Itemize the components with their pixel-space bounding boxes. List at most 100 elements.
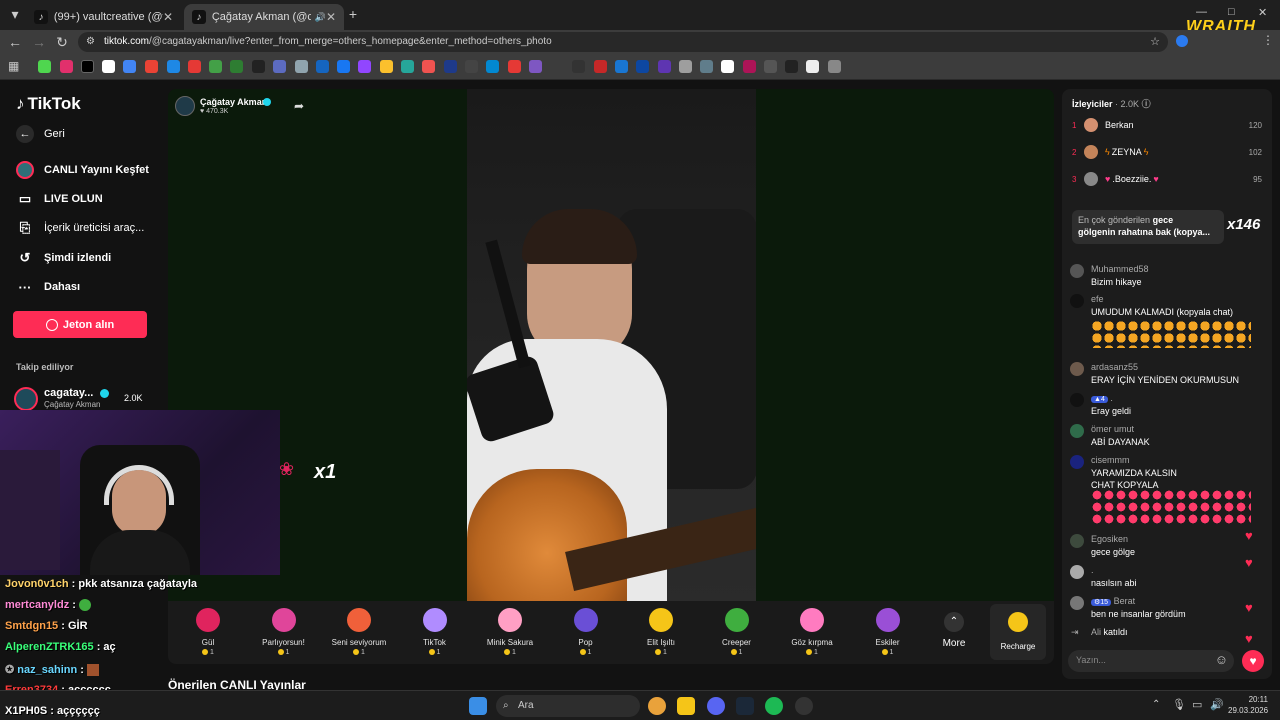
menu-dots-icon[interactable]: ⋮ <box>1262 33 1274 47</box>
bookmark-icon[interactable] <box>295 60 308 73</box>
facebook-icon[interactable] <box>337 60 350 73</box>
reload-icon[interactable]: ↻ <box>53 33 71 51</box>
maximize-window-icon[interactable]: □ <box>1228 6 1235 18</box>
back-icon[interactable]: ← <box>6 33 24 51</box>
sidebar-item-creator-tools[interactable]: ⎘ İçerik üreticisi araç... <box>16 218 144 238</box>
sidebar-item-history[interactable]: ↺ Şimdi izlendi <box>16 248 112 268</box>
chat-message[interactable]: Muhammed58 Bizim hikaye <box>1070 264 1260 290</box>
close-tab-icon[interactable]: ✕ <box>163 10 173 24</box>
top-message-card[interactable]: En çok gönderilen gece gölgenin rahatına… <box>1072 210 1224 244</box>
gift-item[interactable]: TikTok 1 <box>397 608 473 656</box>
twitch-icon[interactable] <box>358 60 371 73</box>
tiktok-logo[interactable]: ♪ TikTok <box>16 94 81 114</box>
chat-join-message[interactable]: ⇥ Ali katıldı <box>1070 627 1260 641</box>
bookmark-icon[interactable] <box>529 60 542 73</box>
chat-message[interactable]: Egosiken gece gölge <box>1070 534 1260 560</box>
gift-item[interactable]: Pop 1 <box>548 608 624 656</box>
chat-message[interactable]: cisemmm YARAMIZDA KALSIN CHAT KOPYALA <box>1070 455 1260 529</box>
bookmark-icon[interactable] <box>700 60 713 73</box>
bookmark-icon[interactable] <box>422 60 435 73</box>
ranking-row[interactable]: 2 ϟ ZEYNA ϟ 102 <box>1072 145 1262 159</box>
gift-item[interactable]: Parlıyorsun! 1 <box>246 608 322 656</box>
bookmark-icon[interactable] <box>380 60 393 73</box>
chat-message[interactable]: ▲4 . Eray geldi <box>1070 393 1260 419</box>
gift-item[interactable]: Eskiler 1 <box>850 608 926 656</box>
speaker-icon[interactable]: 🔊 <box>315 12 326 23</box>
bookmark-icon[interactable] <box>594 60 607 73</box>
gift-more[interactable]: ⌃ More <box>936 612 972 649</box>
chat-message[interactable]: ardasanz55 ERAY İÇİN YENİDEN OKURMUSUN <box>1070 362 1260 388</box>
bookmark-icon[interactable] <box>209 60 222 73</box>
discord-icon[interactable] <box>707 697 725 715</box>
obs-icon[interactable] <box>795 697 813 715</box>
tray-chevron-icon[interactable]: ⌃ <box>1152 699 1160 710</box>
bookmark-icon[interactable] <box>230 60 243 73</box>
ranking-row[interactable]: 3 ♥ .Boezziie. ♥ 95 <box>1072 172 1262 186</box>
bookmark-icon[interactable] <box>806 60 819 73</box>
site-info-icon[interactable]: ⚙ <box>86 32 95 52</box>
sidebar-item-back[interactable]: ← Geri <box>16 124 65 144</box>
network-icon[interactable]: ▭ <box>1192 698 1202 711</box>
minimize-window-icon[interactable]: — <box>1196 6 1207 18</box>
sidebar-item-more[interactable]: ··· Dahası <box>16 277 81 297</box>
bookmark-icon[interactable] <box>615 60 628 73</box>
x-icon[interactable] <box>81 60 94 73</box>
sidebar-item-live-explore[interactable]: CANLI Yayını Keşfet <box>16 160 149 180</box>
gmail-icon[interactable] <box>145 60 158 73</box>
bookmark-icon[interactable] <box>102 60 115 73</box>
chat-message[interactable]: efe UMUDUM KALMADI (kopyala chat) <box>1070 294 1260 356</box>
apps-grid-icon[interactable]: ▦ <box>8 59 19 73</box>
chat-message[interactable]: ⚙15 Berat ben ne insanlar gördüm <box>1070 596 1260 622</box>
steam-icon[interactable] <box>736 697 754 715</box>
get-coins-button[interactable]: Jeton alın <box>13 311 147 338</box>
bookmark-icon[interactable] <box>188 60 201 73</box>
bookmark-icon[interactable] <box>508 60 521 73</box>
chat-input[interactable]: Yazın... ☺ <box>1068 650 1234 672</box>
url-field[interactable]: ⚙ tiktok.com/@cagatayakman/live?enter_fr… <box>78 32 1168 52</box>
gift-item[interactable]: Gül 1 <box>170 608 246 656</box>
spotify-icon[interactable] <box>765 697 783 715</box>
chat-message[interactable]: ömer umut ABİ DAYANAK <box>1070 424 1260 450</box>
bookmark-icon[interactable] <box>572 60 585 73</box>
close-window-icon[interactable]: ✕ <box>1258 6 1267 19</box>
gift-item[interactable]: Minik Sakura 1 <box>472 608 548 656</box>
bookmark-icon[interactable] <box>444 60 457 73</box>
bookmark-icon[interactable] <box>316 60 329 73</box>
like-button[interactable]: ♥ <box>1242 650 1264 672</box>
instagram-icon[interactable] <box>60 60 73 73</box>
bookmark-icon[interactable] <box>658 60 671 73</box>
windows-start-icon[interactable] <box>469 697 487 715</box>
volume-icon[interactable]: 🔊 <box>1210 698 1224 711</box>
bookmark-icon[interactable] <box>785 60 798 73</box>
bookmark-icon[interactable] <box>401 60 414 73</box>
sidebar-item-go-live[interactable]: ▭ LIVE OLUN <box>16 189 103 209</box>
tab-vaultcreative[interactable]: ♪ (99+) vaultcreative (@vaultcreat ✕ <box>26 4 181 30</box>
following-item[interactable]: cagatay... Çağatay Akman 2.0K <box>14 385 154 411</box>
ranking-row[interactable]: 1 Berkan 120 <box>1072 118 1262 132</box>
live-video[interactable] <box>467 89 756 601</box>
share-icon[interactable]: ➦ <box>294 99 304 113</box>
bookmark-icon[interactable] <box>38 60 51 73</box>
bookmark-icon[interactable] <box>252 60 265 73</box>
bookmark-icon[interactable] <box>465 60 478 73</box>
chat-message[interactable]: . nasılsın abi <box>1070 565 1260 591</box>
extension-icon[interactable] <box>1176 35 1188 47</box>
new-tab-button[interactable]: + <box>344 5 362 23</box>
clock[interactable]: 20:11 29.03.2026 <box>1228 694 1268 716</box>
bookmark-icon[interactable] <box>486 60 499 73</box>
bookmark-icon[interactable] <box>679 60 692 73</box>
chrome-icon[interactable] <box>648 697 666 715</box>
gift-item[interactable]: Elit Işıltı 1 <box>623 608 699 656</box>
tab-cagatay[interactable]: ♪ Çağatay Akman (@cagatay 🔊 ✕ <box>184 4 344 30</box>
recharge-button[interactable]: Recharge <box>990 604 1046 660</box>
gift-item[interactable]: Göz kırpma 1 <box>774 608 850 656</box>
google-icon[interactable] <box>123 60 136 73</box>
bookmark-icon[interactable] <box>743 60 756 73</box>
bookmark-icon[interactable] <box>167 60 180 73</box>
gift-item[interactable]: Creeper 1 <box>699 608 775 656</box>
bookmark-icon[interactable] <box>273 60 286 73</box>
close-tab-icon[interactable]: ✕ <box>326 10 336 24</box>
gift-item[interactable]: Seni seviyorum 1 <box>321 608 397 656</box>
bookmark-icon[interactable] <box>636 60 649 73</box>
emoji-picker-icon[interactable]: ☺ <box>1215 652 1228 667</box>
